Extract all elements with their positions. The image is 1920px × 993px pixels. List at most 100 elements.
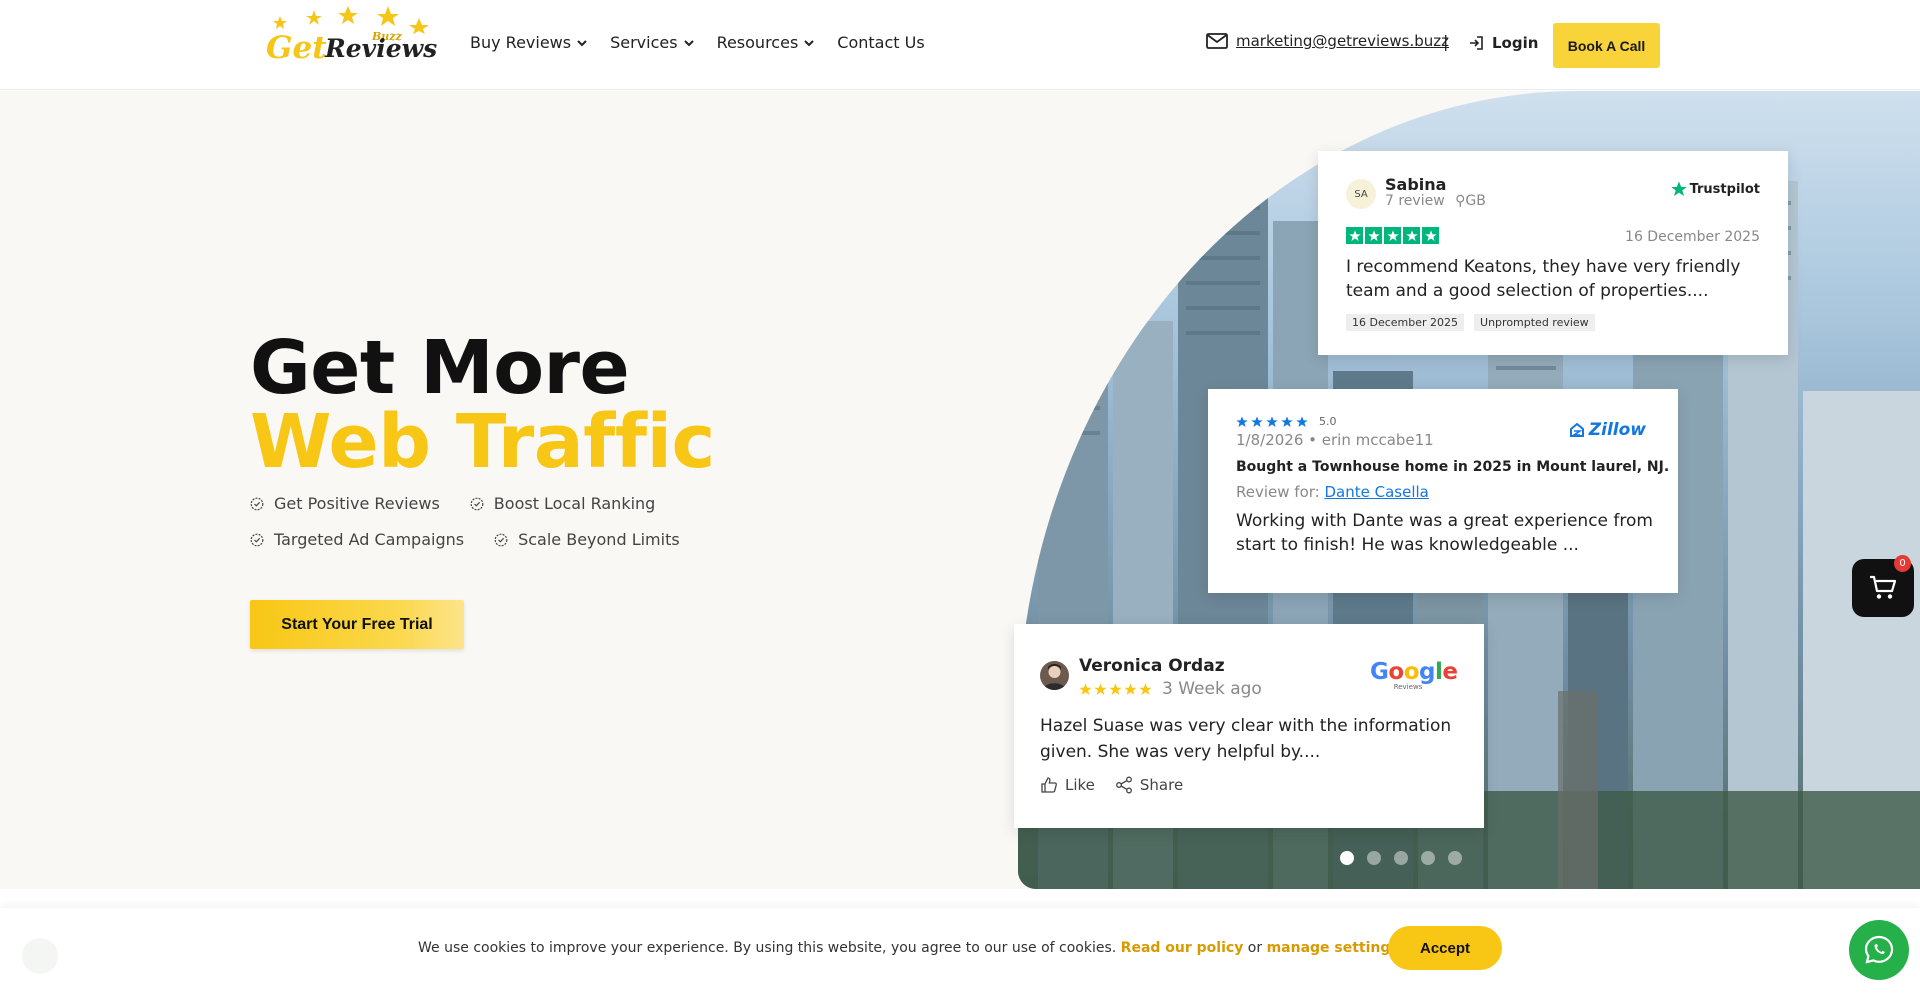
zillow-review-card: 5.0 Zillow 1/8/2026 • erin mccabe11 Boug… xyxy=(1208,389,1678,593)
nav-services-label: Services xyxy=(610,33,678,52)
trustpilot-star-icon xyxy=(1403,227,1420,244)
google-letter: G xyxy=(1370,659,1389,685)
star-rating: 3 Week ago xyxy=(1079,679,1262,699)
star-icon xyxy=(1094,683,1107,695)
like-button[interactable]: Like xyxy=(1040,776,1095,794)
check-badge-icon xyxy=(494,533,508,546)
cart-icon xyxy=(1870,575,1897,599)
hero-section: Get More Web Traffic Get Positive Review… xyxy=(0,91,1920,889)
hero-features: Get Positive Reviews Boost Local Ranking… xyxy=(250,494,770,566)
review-actions: Like Share xyxy=(1040,776,1183,794)
contact-email: marketing@getreviews.buzz xyxy=(1206,32,1449,50)
reviewer-name: Veronica Ordaz xyxy=(1079,656,1225,676)
review-date: 16 December 2025 xyxy=(1625,229,1760,245)
accept-cookies-button[interactable]: Accept xyxy=(1388,926,1502,970)
agent-link[interactable]: Dante Casella xyxy=(1324,483,1428,501)
feature-label: Boost Local Ranking xyxy=(493,494,656,513)
manage-settings-link[interactable]: manage settings xyxy=(1267,940,1399,956)
like-label: Like xyxy=(1065,776,1095,794)
review-tag-date: 16 December 2025 xyxy=(1346,314,1465,331)
book-a-call-button[interactable]: Book A Call xyxy=(1553,23,1660,68)
login-link[interactable]: Login xyxy=(1468,34,1538,52)
review-for-label: Review for: xyxy=(1236,483,1320,501)
review-title: Bought a Townhouse home in 2025 in Mount… xyxy=(1236,459,1670,475)
trustpilot-star-icon xyxy=(1346,227,1363,244)
star-icon xyxy=(1079,683,1092,695)
nav-resources-label: Resources xyxy=(716,33,799,52)
star-icon xyxy=(1251,416,1263,427)
nav-contact-us[interactable]: Contact Us xyxy=(837,33,924,52)
reviewer-name: Sabina xyxy=(1385,175,1447,194)
feature-item: Boost Local Ranking xyxy=(470,494,656,513)
star-icon xyxy=(1266,416,1278,427)
slider-dot[interactable] xyxy=(1448,851,1462,865)
main-nav: Buy Reviews Services Resources Contact U… xyxy=(470,33,925,52)
check-badge-icon xyxy=(250,533,264,546)
trustpilot-star-icon xyxy=(1384,227,1401,244)
star-icon xyxy=(1281,416,1293,427)
share-button[interactable]: Share xyxy=(1115,776,1183,794)
trustpilot-review-card: SA Sabina 7 review ⚲GB Trustpilot 16 Dec… xyxy=(1318,151,1788,355)
star-rating: 5.0 xyxy=(1236,415,1337,428)
read-policy-link[interactable]: Read our policy xyxy=(1121,940,1244,956)
chat-widget-button[interactable] xyxy=(1849,920,1909,980)
zillow-logo: Zillow xyxy=(1569,420,1646,440)
site-logo[interactable]: Get Buzz Reviews xyxy=(262,4,437,66)
star-icon xyxy=(1296,416,1308,427)
accessibility-widget[interactable] xyxy=(22,938,58,974)
slider-dot[interactable] xyxy=(1367,851,1381,865)
hero-headline-line1: Get More xyxy=(250,325,630,411)
cookie-message: We use cookies to improve your experienc… xyxy=(418,940,1399,956)
feature-item: Get Positive Reviews xyxy=(250,494,440,513)
review-time: 3 Week ago xyxy=(1162,679,1262,699)
slider-dot[interactable] xyxy=(1340,851,1354,865)
email-link[interactable]: marketing@getreviews.buzz xyxy=(1236,32,1449,50)
zillow-brand: Zillow xyxy=(1588,420,1646,440)
avatar: SA xyxy=(1346,179,1376,209)
review-meta: 1/8/2026 • erin mccabe11 xyxy=(1236,431,1434,449)
star-icon xyxy=(1124,683,1137,695)
chevron-down-icon xyxy=(683,39,694,46)
cart-button[interactable]: 0 xyxy=(1852,555,1914,617)
rating-value: 5.0 xyxy=(1319,415,1337,428)
review-count: 7 review xyxy=(1385,193,1445,209)
reviewer-meta: 7 review ⚲GB xyxy=(1385,193,1486,209)
trustpilot-star-icon xyxy=(1365,227,1382,244)
nav-buy-reviews[interactable]: Buy Reviews xyxy=(470,33,588,52)
feature-label: Scale Beyond Limits xyxy=(518,530,680,549)
review-for: Review for: Dante Casella xyxy=(1236,483,1429,501)
trustpilot-star-icon xyxy=(1422,227,1439,244)
avatar-photo-icon xyxy=(1043,664,1066,690)
avatar xyxy=(1040,661,1069,690)
check-badge-icon xyxy=(470,497,484,510)
chat-icon xyxy=(1864,935,1894,964)
star-rating xyxy=(1346,227,1439,244)
feature-label: Get Positive Reviews xyxy=(274,494,440,513)
review-text: Working with Dante was a great experienc… xyxy=(1236,511,1653,555)
location-icon: ⚲ xyxy=(1455,193,1466,209)
login-label: Login xyxy=(1492,34,1539,52)
nav-contact-us-label: Contact Us xyxy=(837,33,925,52)
logo-word-reviews: Reviews xyxy=(325,34,438,63)
star-icon xyxy=(1109,683,1122,695)
chevron-down-icon xyxy=(804,39,814,46)
google-letter: o xyxy=(1388,659,1404,685)
nav-services[interactable]: Services xyxy=(610,33,694,52)
mail-icon xyxy=(1206,33,1228,49)
nav-resources[interactable]: Resources xyxy=(717,33,816,52)
slider-dot[interactable] xyxy=(1421,851,1435,865)
share-label: Share xyxy=(1139,776,1184,794)
start-free-trial-button[interactable]: Start Your Free Trial xyxy=(250,600,464,649)
feature-item: Targeted Ad Campaigns xyxy=(250,530,464,549)
google-letter: o xyxy=(1403,659,1420,685)
google-letter: e xyxy=(1442,659,1458,685)
review-text: Hazel Suase was very clear with the info… xyxy=(1040,716,1452,762)
cart-count-badge: 0 xyxy=(1894,555,1911,572)
review-text: I recommend Keatons, they have very frie… xyxy=(1346,257,1741,301)
google-letter: g xyxy=(1419,659,1435,685)
slider-dot[interactable] xyxy=(1394,851,1408,865)
hero-headline-line2: Web Traffic xyxy=(250,399,715,485)
review-tag-unprompted: Unprompted review xyxy=(1474,314,1595,331)
login-icon xyxy=(1470,36,1483,50)
google-review-card: Veronica Ordaz 3 Week ago Google Reviews… xyxy=(1014,624,1484,828)
